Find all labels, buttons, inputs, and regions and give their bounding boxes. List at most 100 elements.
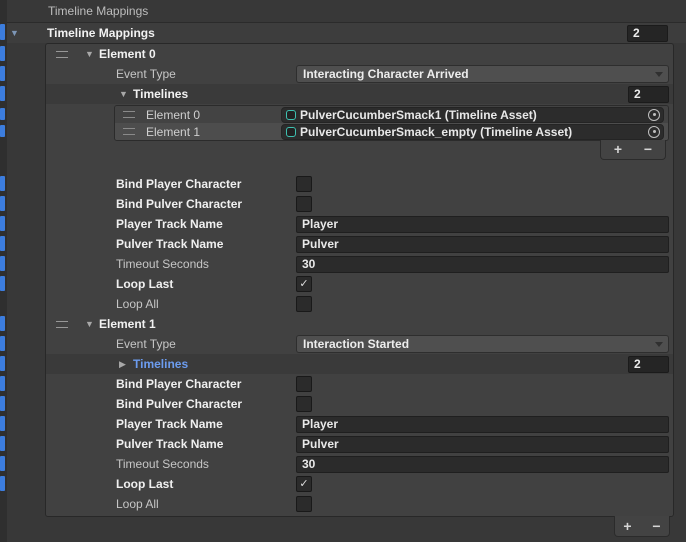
loop-last-row: Loop Last ✓ xyxy=(46,274,673,294)
prefab-override-marker xyxy=(0,476,5,491)
timelines-size-field[interactable]: 2 xyxy=(628,356,669,373)
timeline-item-row[interactable]: Element 0 PulverCucumberSmack1 (Timeline… xyxy=(115,106,668,123)
chevron-down-icon xyxy=(655,342,663,347)
event-type-row: Event Type Interaction Started xyxy=(46,334,673,354)
timelines-header-row-collapsed[interactable]: ▶ Timelines 2 xyxy=(46,354,673,374)
array-size-field[interactable]: 2 xyxy=(627,25,668,42)
timelines-label: Timelines xyxy=(133,357,188,371)
timeout-seconds-input[interactable]: 30 xyxy=(296,456,669,473)
object-picker-icon[interactable] xyxy=(648,126,660,138)
timelines-size-field[interactable]: 2 xyxy=(628,86,669,103)
prefab-override-marker xyxy=(0,396,5,411)
prefab-override-marker xyxy=(0,436,5,451)
list-footer-tab: + − xyxy=(600,140,666,160)
element-0-title: Element 0 xyxy=(99,47,156,61)
bind-player-character-row: Bind Player Character xyxy=(46,374,673,394)
prefab-override-marker xyxy=(0,356,5,371)
player-track-name-input[interactable]: Player xyxy=(296,416,669,433)
foldout-open-icon[interactable]: ▼ xyxy=(119,89,130,99)
timeout-seconds-row: Timeout Seconds 30 xyxy=(46,454,673,474)
timeline-item-row[interactable]: Element 1 PulverCucumberSmack_empty (Tim… xyxy=(115,123,668,140)
prefab-override-marker xyxy=(0,108,5,120)
player-track-name-row: Player Track Name Player xyxy=(46,214,673,234)
script-field-label: Timeline Mappings xyxy=(48,4,148,18)
player-track-name-row: Player Track Name Player xyxy=(46,414,673,434)
prefab-override-marker xyxy=(0,376,5,391)
bind-pulver-character-checkbox[interactable] xyxy=(296,396,312,412)
foldout-open-icon[interactable]: ▼ xyxy=(10,28,22,38)
loop-last-row: Loop Last ✓ xyxy=(46,474,673,494)
foldout-open-icon[interactable]: ▼ xyxy=(85,319,96,329)
timeline-asset-name: PulverCucumberSmack1 (Timeline Asset) xyxy=(300,108,644,122)
timeout-seconds-row: Timeout Seconds 30 xyxy=(46,254,673,274)
bind-pulver-character-label: Bind Pulver Character xyxy=(116,197,296,211)
remove-element-button[interactable]: − xyxy=(636,141,660,158)
timeline-asset-icon xyxy=(286,127,296,137)
object-picker-icon[interactable] xyxy=(648,109,660,121)
spacer xyxy=(46,160,673,174)
loop-last-label: Loop Last xyxy=(116,477,296,491)
loop-all-checkbox[interactable] xyxy=(296,296,312,312)
loop-last-checkbox[interactable]: ✓ xyxy=(296,276,312,292)
prefab-override-marker xyxy=(0,24,5,40)
timelines-header-row[interactable]: ▼ Timelines 2 xyxy=(46,84,673,104)
prefab-override-marker xyxy=(0,336,5,351)
element-0-header[interactable]: ▼ Element 0 xyxy=(46,44,673,64)
bind-player-character-checkbox[interactable] xyxy=(296,176,312,192)
bind-player-character-row: Bind Player Character xyxy=(46,174,673,194)
drag-handle-icon[interactable] xyxy=(56,321,68,328)
remove-element-button[interactable]: − xyxy=(645,518,669,535)
timelines-list: Element 0 PulverCucumberSmack1 (Timeline… xyxy=(114,105,669,141)
prefab-override-marker xyxy=(0,125,5,137)
player-track-name-label: Player Track Name xyxy=(116,417,296,431)
player-track-name-input[interactable]: Player xyxy=(296,216,669,233)
loop-last-label: Loop Last xyxy=(116,277,296,291)
timeline-mappings-header[interactable]: ▼ Timeline Mappings 2 xyxy=(0,22,686,43)
event-type-dropdown[interactable]: Interaction Started xyxy=(296,335,669,353)
pulver-track-name-label: Pulver Track Name xyxy=(116,237,296,251)
add-element-button[interactable]: + xyxy=(606,141,630,158)
loop-all-row: Loop All xyxy=(46,294,673,314)
prefab-override-marker xyxy=(0,196,5,211)
loop-all-label: Loop All xyxy=(116,497,296,511)
chevron-down-icon xyxy=(655,72,663,77)
drag-handle-icon[interactable] xyxy=(123,128,135,135)
timeline-item-label: Element 0 xyxy=(146,108,281,122)
event-type-dropdown[interactable]: Interacting Character Arrived xyxy=(296,65,669,83)
foldout-open-icon[interactable]: ▼ xyxy=(85,49,96,59)
bind-pulver-character-checkbox[interactable] xyxy=(296,196,312,212)
timelines-label: Timelines xyxy=(133,87,188,101)
pulver-track-name-row: Pulver Track Name Pulver xyxy=(46,234,673,254)
pulver-track-name-input[interactable]: Pulver xyxy=(296,236,669,253)
prefab-override-marker xyxy=(0,86,5,101)
prefab-override-marker xyxy=(0,176,5,191)
prefab-override-marker xyxy=(0,66,5,81)
bind-player-character-label: Bind Player Character xyxy=(116,377,296,391)
timeline-mappings-title: Timeline Mappings xyxy=(47,26,155,40)
event-type-value: Interaction Started xyxy=(303,337,409,351)
element-1-header[interactable]: ▼ Element 1 xyxy=(46,314,673,334)
timeline-asset-object-field[interactable]: PulverCucumberSmack_empty (Timeline Asse… xyxy=(281,124,664,140)
drag-handle-icon[interactable] xyxy=(123,111,135,118)
timeline-asset-object-field[interactable]: PulverCucumberSmack1 (Timeline Asset) xyxy=(281,107,664,123)
prefab-override-marker xyxy=(0,316,5,331)
loop-last-checkbox[interactable]: ✓ xyxy=(296,476,312,492)
check-icon: ✓ xyxy=(299,277,308,291)
pulver-track-name-label: Pulver Track Name xyxy=(116,437,296,451)
bind-pulver-character-row: Bind Pulver Character xyxy=(46,394,673,414)
timeout-seconds-input[interactable]: 30 xyxy=(296,256,669,273)
loop-all-checkbox[interactable] xyxy=(296,496,312,512)
loop-all-label: Loop All xyxy=(116,297,296,311)
timeout-seconds-label: Timeout Seconds xyxy=(116,457,296,471)
event-type-label: Event Type xyxy=(116,337,296,351)
prefab-override-marker xyxy=(0,276,5,291)
pulver-track-name-row: Pulver Track Name Pulver xyxy=(46,434,673,454)
timeline-item-label: Element 1 xyxy=(146,125,281,139)
prefab-override-marker xyxy=(0,216,5,231)
bind-player-character-checkbox[interactable] xyxy=(296,376,312,392)
timeline-mappings-list-box: ▼ Element 0 Event Type Interacting Chara… xyxy=(45,43,674,517)
drag-handle-icon[interactable] xyxy=(56,51,68,58)
add-element-button[interactable]: + xyxy=(616,518,640,535)
pulver-track-name-input[interactable]: Pulver xyxy=(296,436,669,453)
foldout-closed-icon[interactable]: ▶ xyxy=(119,359,130,370)
